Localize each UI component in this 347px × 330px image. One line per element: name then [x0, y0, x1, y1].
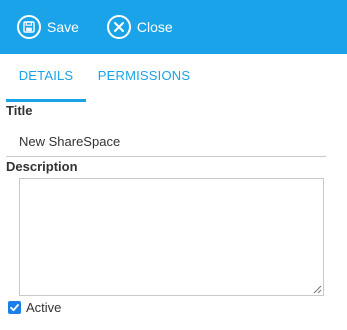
close-label: Close: [136, 19, 173, 35]
tab-permissions-label: PERMISSIONS: [97, 68, 191, 83]
close-button[interactable]: Close: [106, 15, 173, 39]
tab-details[interactable]: DETAILS: [6, 54, 86, 102]
title-input[interactable]: [6, 126, 326, 157]
floppy-disk-icon: [17, 15, 41, 39]
tab-bar: DETAILS PERMISSIONS: [0, 54, 347, 102]
toolbar: Save Close: [0, 0, 347, 54]
checkmark-icon: [10, 303, 19, 311]
tab-permissions[interactable]: PERMISSIONS: [96, 54, 192, 102]
close-icon: [106, 15, 131, 39]
save-button[interactable]: Save: [17, 15, 79, 39]
resize-handle-icon[interactable]: [313, 285, 322, 294]
description-textarea[interactable]: [19, 178, 324, 296]
save-label: Save: [47, 19, 79, 35]
description-label: Description: [6, 159, 78, 174]
active-tab-indicator: [6, 99, 86, 102]
active-checkbox[interactable]: [8, 300, 21, 314]
active-row: Active: [8, 299, 61, 315]
active-label: Active: [26, 299, 62, 315]
title-label: Title: [6, 103, 33, 118]
tab-details-label: DETAILS: [18, 68, 74, 83]
